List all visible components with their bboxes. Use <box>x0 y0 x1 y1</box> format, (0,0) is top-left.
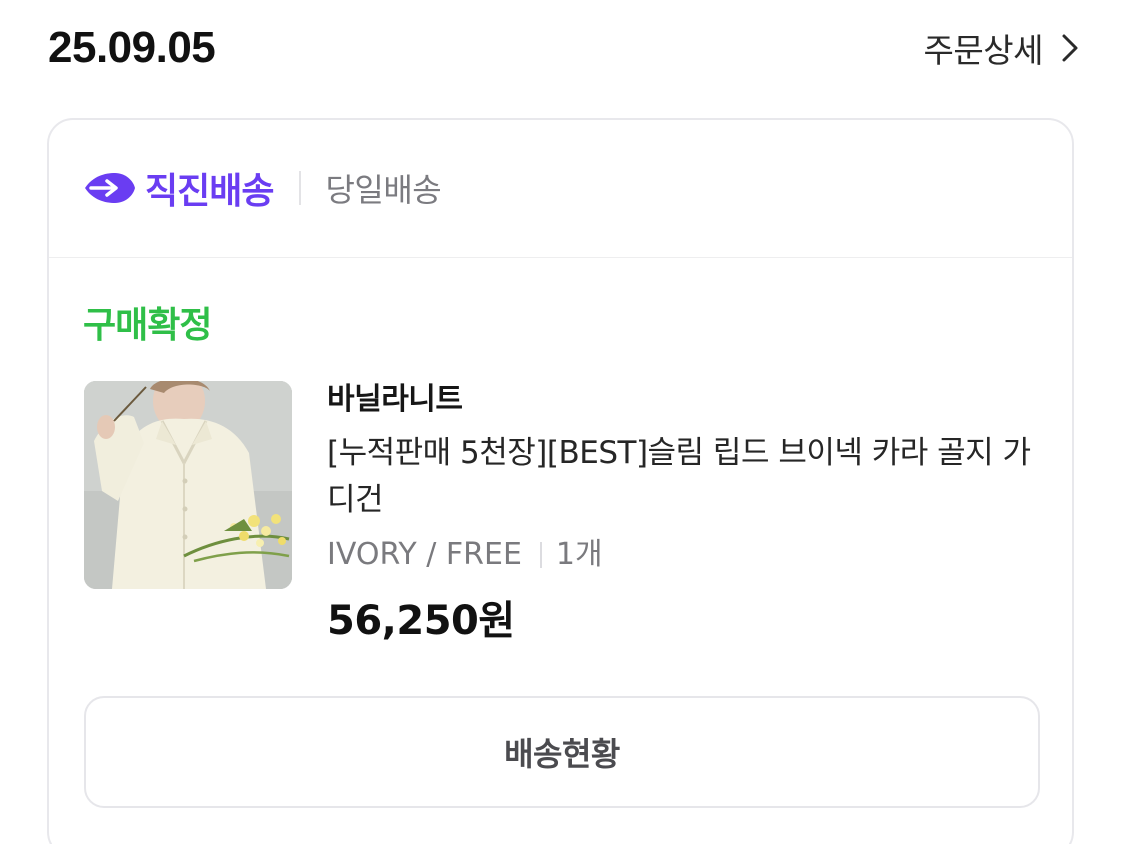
chevron-right-icon <box>1062 34 1078 62</box>
product-quantity: 1개 <box>555 537 603 572</box>
order-card: 직진배송 당일배송 구매확정 바닐라니트 [누적판매 5천장][BEST]슬림 … <box>47 118 1074 844</box>
order-history-screen: 25.09.05 주문상세 직진배송 당일배송 구매확정 바닐라니트 [누적판매… <box>0 0 1125 844</box>
product-price: 56,250원 <box>327 598 515 644</box>
fast-delivery-arrow-icon <box>85 173 135 203</box>
product-brand: 바닐라니트 <box>327 382 463 417</box>
product-photo-illustration <box>84 381 292 589</box>
delivery-divider <box>299 171 302 205</box>
order-date: 25.09.05 <box>48 23 216 72</box>
card-divider <box>49 257 1072 258</box>
delivery-tracking-button[interactable]: 배송현황 <box>84 696 1040 808</box>
delivery-info: 직진배송 당일배송 <box>83 158 442 218</box>
order-detail-label: 주문상세 <box>923 31 1044 70</box>
product-info[interactable]: 바닐라니트 [누적판매 5천장][BEST]슬림 립드 브이넥 카라 골지 가디… <box>327 378 1047 646</box>
delivery-type-label: 당일배송 <box>325 171 442 209</box>
product-image[interactable] <box>84 381 292 589</box>
order-status-label: 구매확정 <box>83 305 212 346</box>
order-detail-link[interactable]: 주문상세 <box>924 24 1079 72</box>
product-name: [누적판매 5천장][BEST]슬림 립드 브이넥 카라 골지 가디건 <box>327 435 1031 518</box>
option-divider <box>539 542 542 568</box>
delivery-brand-label: 직진배송 <box>145 171 274 212</box>
product-option-row: IVORY / FREE 1개 <box>327 530 1047 580</box>
order-header: 25.09.05 주문상세 <box>48 18 1079 78</box>
product-option: IVORY / FREE <box>327 537 522 572</box>
delivery-tracking-label: 배송현황 <box>504 735 620 773</box>
